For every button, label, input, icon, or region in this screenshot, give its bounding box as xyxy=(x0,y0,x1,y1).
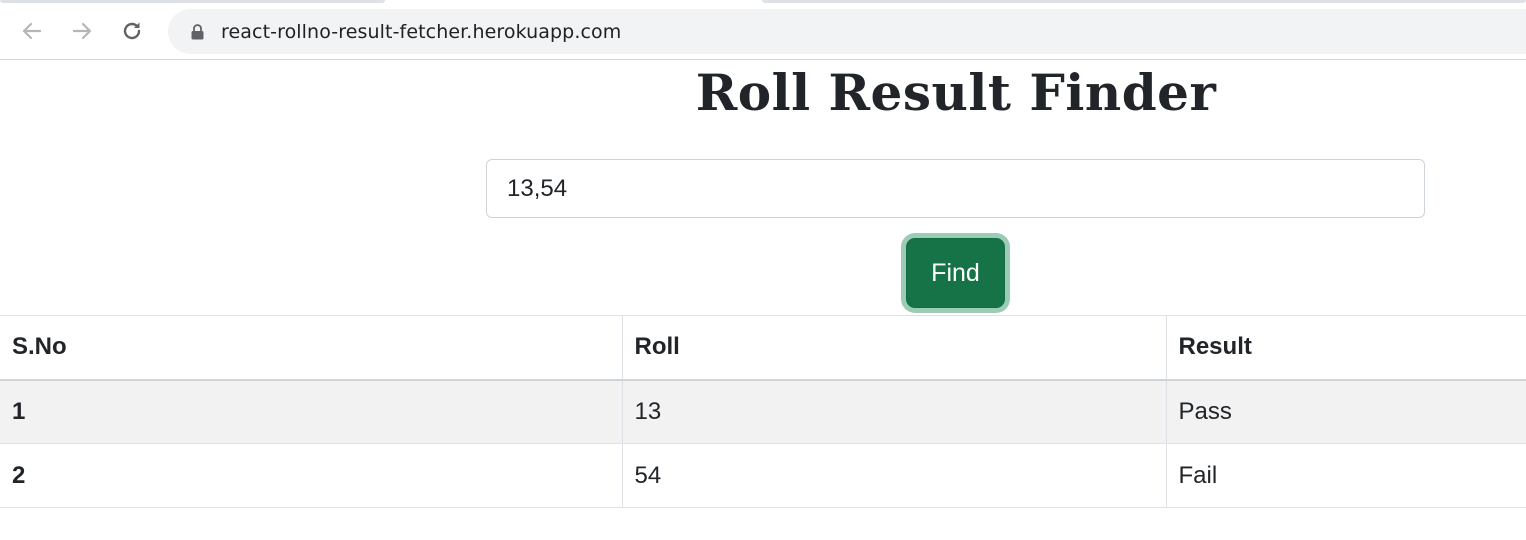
lock-icon[interactable] xyxy=(190,23,204,40)
browser-tab-edge xyxy=(762,0,1526,3)
cell-roll: 13 xyxy=(621,379,1166,444)
cell-roll: 54 xyxy=(621,443,1166,508)
back-arrow-icon[interactable] xyxy=(15,14,49,48)
table-row: 2 54 Fail xyxy=(0,443,1526,508)
reload-icon[interactable] xyxy=(115,14,149,48)
cell-sno: 2 xyxy=(0,443,622,508)
cell-sno: 1 xyxy=(0,379,622,444)
roll-numbers-input[interactable] xyxy=(486,159,1425,218)
cell-result: Fail xyxy=(1165,443,1526,508)
find-button-label: Find xyxy=(931,258,980,287)
column-header-roll: Roll xyxy=(621,315,1166,381)
browser-tab-edge xyxy=(0,0,385,3)
address-bar[interactable]: react-rollno-result-fetcher.herokuapp.co… xyxy=(168,9,1526,54)
table-header-row: S.No Roll Result xyxy=(0,315,1526,381)
browser-toolbar: react-rollno-result-fetcher.herokuapp.co… xyxy=(0,0,1526,60)
page-title: Roll Result Finder xyxy=(695,63,1217,122)
column-header-sno: S.No xyxy=(0,315,622,381)
column-header-result: Result xyxy=(1165,315,1526,381)
cell-result: Pass xyxy=(1165,379,1526,444)
table-row: 1 13 Pass xyxy=(0,379,1526,444)
forward-arrow-icon[interactable] xyxy=(65,14,99,48)
find-button[interactable]: Find xyxy=(906,238,1005,308)
url-text[interactable]: react-rollno-result-fetcher.herokuapp.co… xyxy=(221,21,621,43)
results-table: S.No Roll Result 1 13 Pass 2 54 Fail xyxy=(0,315,1526,508)
